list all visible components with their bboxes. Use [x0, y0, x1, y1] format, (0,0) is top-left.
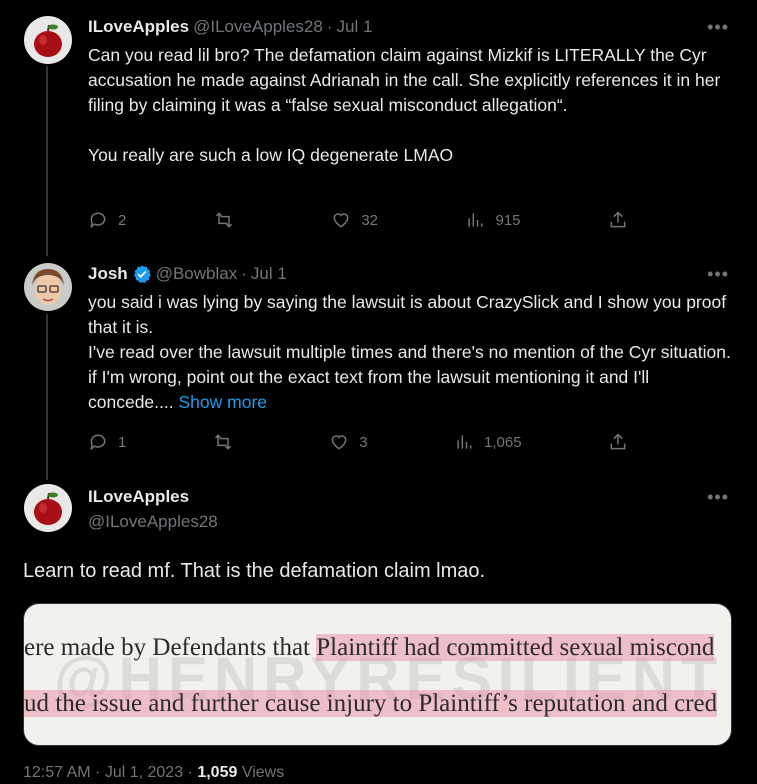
like-count: 32 — [361, 211, 378, 229]
retweet-icon — [215, 212, 232, 228]
separator-dot: · — [326, 17, 333, 36]
avatar[interactable] — [24, 263, 72, 311]
user-handle[interactable]: @ILoveApples28 — [193, 17, 323, 37]
display-name[interactable]: Josh — [88, 264, 128, 284]
retweet-icon — [214, 434, 231, 450]
heart-icon — [333, 213, 349, 228]
tweet-header-handle: @ILoveApples28 — [88, 512, 218, 532]
share-icon — [610, 211, 626, 228]
view-count: 1,065 — [484, 433, 522, 451]
image-text-line: ere made by Defendants that Plaintiff ha… — [24, 634, 715, 662]
tweet-paragraph: you said i was lying by saying the lawsu… — [88, 292, 727, 337]
image-text-plain: ere made by Defendants that — [24, 634, 317, 661]
thread-line — [46, 314, 48, 480]
tweet-paragraph: Can you read lil bro? The defamation cla… — [88, 45, 721, 115]
avatar[interactable] — [24, 16, 72, 64]
tweet-header: ILoveApples @ILoveApples28 · Jul 1 — [88, 17, 372, 37]
reply-count: 2 — [118, 211, 127, 229]
verified-badge-icon — [133, 265, 151, 283]
image-text-highlight: Plaintiff had committed sexual miscond — [316, 634, 715, 661]
views-count: 1,059 — [197, 764, 238, 781]
tweet-actions: 2 32 915 — [88, 210, 628, 230]
views-label: Views — [237, 764, 285, 781]
share-button[interactable] — [608, 432, 628, 452]
post-timestamp[interactable]: 12:57 AM · Jul 1, 2023 · — [23, 764, 197, 781]
image-text-highlight: ud the issue and further cause injury to… — [24, 690, 718, 717]
views-button[interactable]: 915 — [465, 210, 521, 230]
user-handle[interactable]: @Bowblax — [156, 264, 238, 284]
reply-button[interactable]: 1 — [88, 432, 126, 452]
image-text-line: ud the issue and further cause injury to… — [24, 690, 718, 718]
tweet-footer: 12:57 AM · Jul 1, 2023 · 1,059 Views — [23, 764, 284, 782]
tweet-text: you said i was lying by saying the lawsu… — [88, 290, 733, 415]
like-count: 3 — [359, 433, 368, 451]
tweet-header: ILoveApples — [88, 487, 189, 507]
tweet-text: Can you read lil bro? The defamation cla… — [88, 43, 733, 168]
tweet-header: Josh @Bowblax · Jul 1 — [88, 264, 287, 284]
like-button[interactable]: 3 — [329, 432, 368, 452]
view-count: 915 — [495, 211, 521, 229]
timestamp[interactable]: Jul 1 — [251, 264, 287, 284]
tweet-paragraph: You really are such a low IQ degenerate … — [88, 145, 454, 165]
retweet-button[interactable] — [213, 432, 243, 452]
reply-icon — [90, 212, 106, 229]
attached-image[interactable]: @HENRYRESILIENT ere made by Defendants t… — [23, 603, 732, 746]
apple-avatar-icon — [24, 16, 72, 64]
tweet-text: Learn to read mf. That is the defamation… — [23, 560, 486, 582]
views-button[interactable]: 1,065 — [454, 432, 522, 452]
separator-dot: · — [241, 264, 247, 283]
views-icon — [457, 435, 472, 449]
reply-count: 1 — [118, 433, 127, 451]
thread-line — [46, 66, 48, 256]
more-options-icon[interactable]: ••• — [707, 17, 729, 38]
tweet-paragraph: I've read over the lawsuit multiple time… — [88, 340, 733, 415]
share-button[interactable] — [608, 210, 628, 230]
retweet-button[interactable] — [214, 210, 244, 230]
user-handle[interactable]: @ILoveApples28 — [88, 512, 218, 532]
person-avatar-icon — [24, 263, 72, 311]
more-options-icon[interactable]: ••• — [707, 487, 729, 508]
more-options-icon[interactable]: ••• — [707, 264, 729, 285]
display-name[interactable]: ILoveApples — [88, 487, 189, 507]
heart-icon — [331, 435, 347, 450]
views-icon — [468, 213, 483, 227]
display-name[interactable]: ILoveApples — [88, 17, 189, 37]
reply-icon — [90, 434, 106, 451]
avatar[interactable] — [24, 484, 72, 532]
tweet-actions: 1 3 1,065 — [88, 432, 628, 452]
like-button[interactable]: 32 — [331, 210, 378, 230]
timestamp[interactable]: Jul 1 — [337, 17, 373, 37]
apple-avatar-icon — [24, 484, 72, 532]
share-icon — [610, 433, 626, 450]
reply-button[interactable]: 2 — [88, 210, 126, 230]
show-more-link[interactable]: Show more — [179, 392, 268, 412]
